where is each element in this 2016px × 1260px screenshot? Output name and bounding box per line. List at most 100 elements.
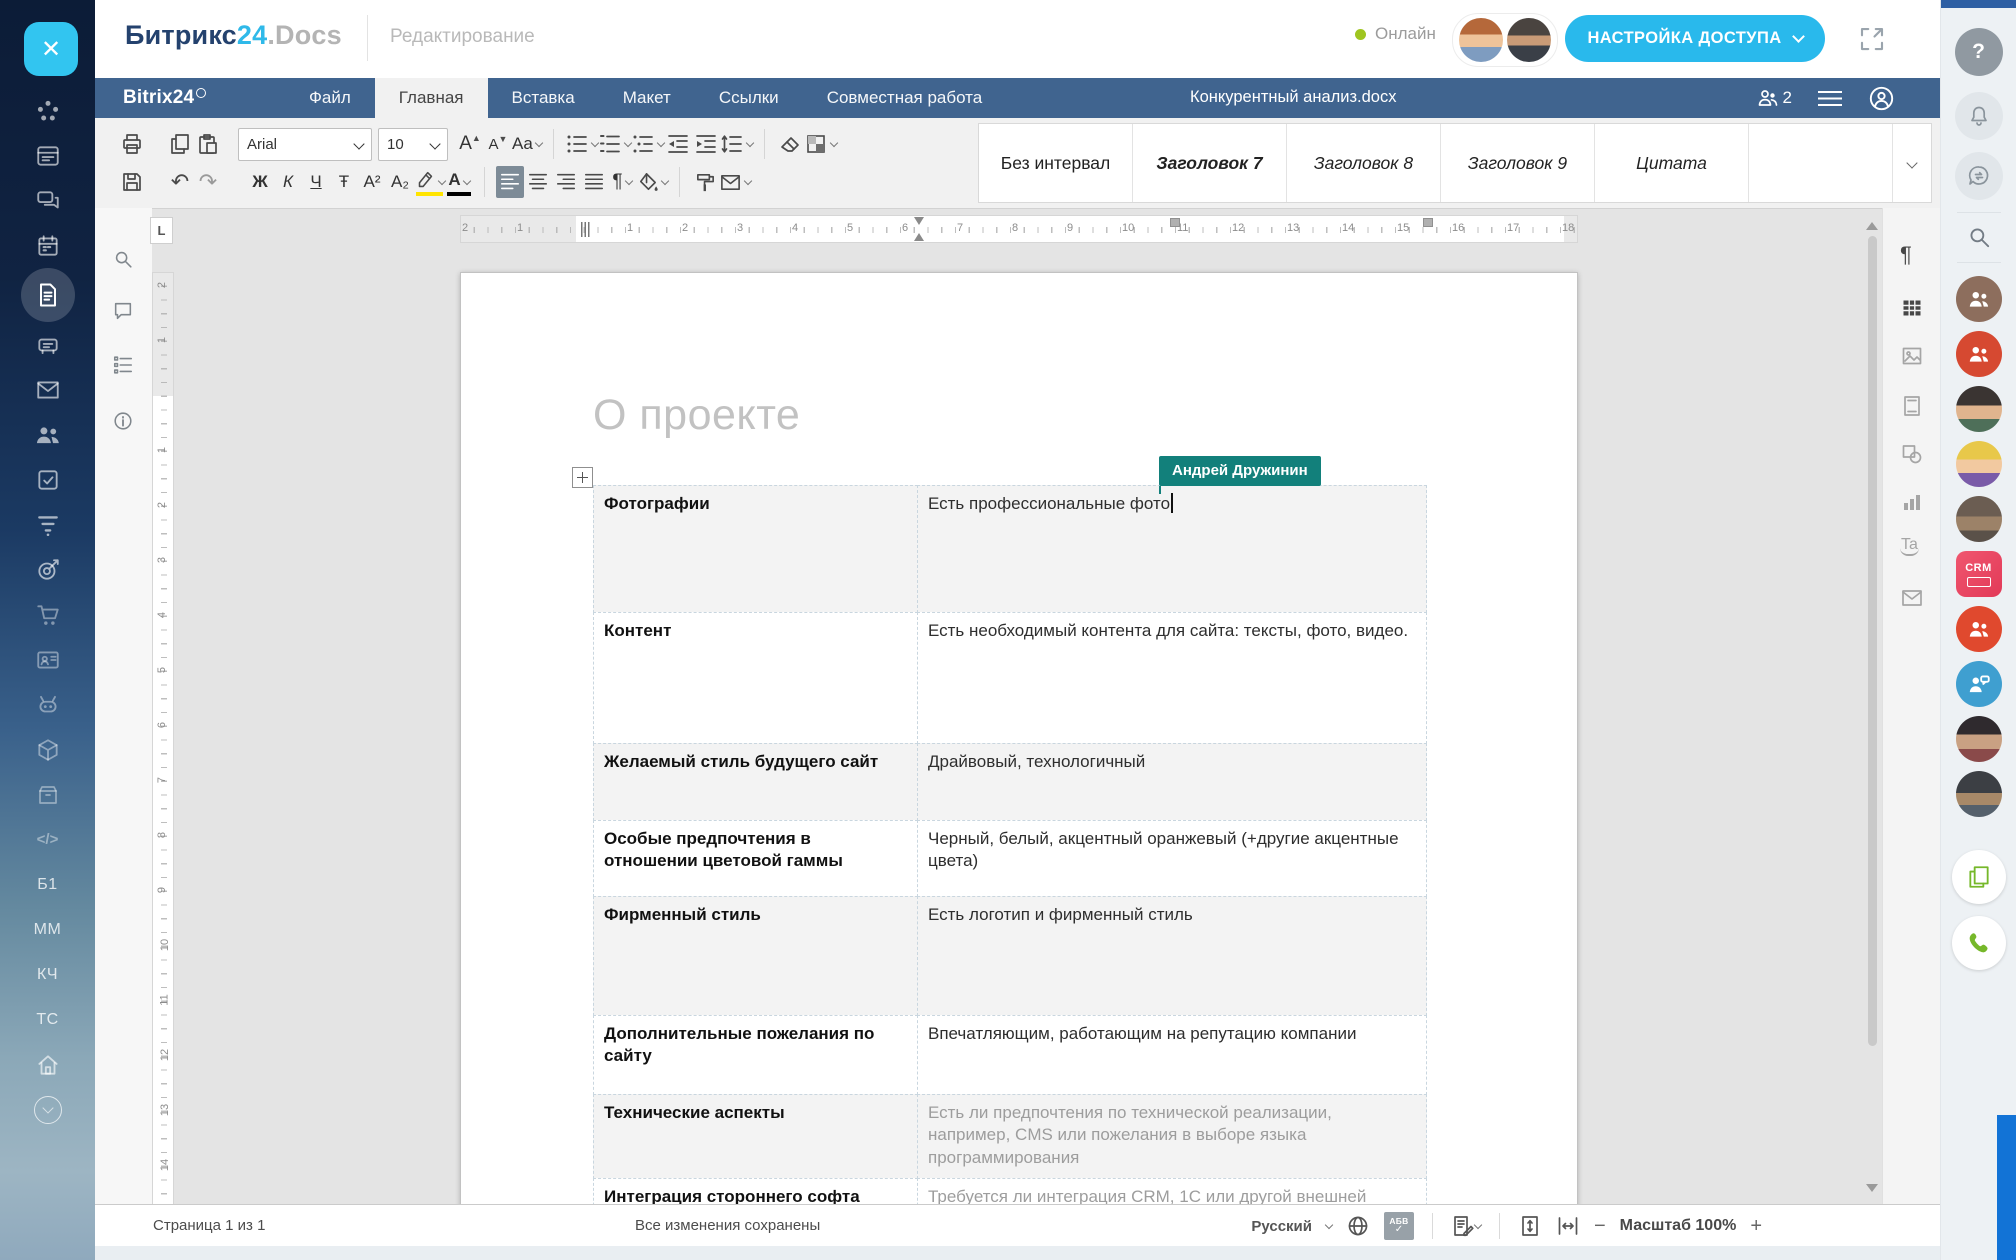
table-column-grip[interactable] <box>1423 218 1433 227</box>
scroll-up-icon[interactable] <box>1866 216 1878 230</box>
sidebar-item-funnel[interactable] <box>33 510 63 539</box>
table-row[interactable]: Дополнительные пожелания по сайту Впечат… <box>593 1015 1427 1095</box>
numbered-list-button[interactable] <box>598 128 631 160</box>
decrease-indent-button[interactable] <box>664 128 692 160</box>
text-art-settings-button[interactable]: Ta <box>1900 536 1919 554</box>
increase-indent-button[interactable] <box>692 128 720 160</box>
multilevel-list-button[interactable] <box>631 128 664 160</box>
sidebar-item-bot[interactable] <box>33 690 63 719</box>
sidebar-item-feed[interactable] <box>33 141 63 170</box>
call-button[interactable] <box>1952 916 2006 970</box>
chat-crm-badge[interactable]: CRM <box>1956 551 2002 597</box>
sidebar-item-catalog[interactable] <box>33 735 63 764</box>
align-right-button[interactable] <box>552 166 580 198</box>
notifications-button[interactable] <box>1955 92 2003 140</box>
font-size-select[interactable]: 10 <box>378 128 448 161</box>
line-spacing-button[interactable] <box>720 128 753 160</box>
table-move-handle[interactable] <box>572 467 593 488</box>
fit-page-button[interactable] <box>1518 1214 1542 1238</box>
table-row[interactable]: Контент Есть необходимый контента для са… <box>593 612 1427 744</box>
sidebar-item-contacts[interactable] <box>33 645 63 674</box>
justify-button[interactable] <box>580 166 608 198</box>
history-button[interactable] <box>1955 152 2003 200</box>
styles-expand-button[interactable] <box>1893 124 1931 202</box>
superscript-button[interactable]: A² <box>358 166 386 198</box>
table-row[interactable]: Фирменный стиль Есть логотип и фирменный… <box>593 896 1427 1016</box>
header-footer-settings-button[interactable] <box>1900 394 1924 418</box>
underline-button[interactable]: Ч <box>302 166 330 198</box>
zoom-out-button[interactable]: − <box>1594 1216 1606 1236</box>
about-button[interactable] <box>112 410 134 432</box>
paragraph-marks-button[interactable]: ¶ <box>608 166 636 198</box>
sidebar-item-crm[interactable] <box>33 420 63 449</box>
chat-avatar-user-5[interactable] <box>1956 771 2002 817</box>
sidebar-item-developer[interactable]: </> <box>33 825 63 854</box>
sidebar-item-badge-ts[interactable]: ТС <box>33 1005 63 1034</box>
scroll-down-icon[interactable] <box>1866 1184 1878 1198</box>
copy-document-button[interactable] <box>1952 850 2006 904</box>
page-counter[interactable]: Страница 1 из 1 <box>153 1217 265 1234</box>
style-no-spacing[interactable]: Без интервал <box>979 124 1133 202</box>
close-button[interactable]: ✕ <box>24 22 78 76</box>
copy-button[interactable] <box>166 128 194 160</box>
font-color-button[interactable]: A <box>445 166 473 198</box>
v-ruler[interactable]: 211234567891011121314 <box>152 272 174 1204</box>
chat-avatar-user-2[interactable] <box>1956 441 2002 487</box>
track-changes-button[interactable] <box>1451 1214 1481 1238</box>
mail-merge-button[interactable] <box>719 166 751 198</box>
style-quote[interactable]: Цитата <box>1595 124 1749 202</box>
sidebar-item-shop[interactable] <box>33 600 63 629</box>
style-empty[interactable] <box>1749 124 1893 202</box>
sidebar-item-badge-b1[interactable]: Б1 <box>33 870 63 899</box>
chat-avatar-user-4[interactable] <box>1956 716 2002 762</box>
font-name-select[interactable]: Arial <box>238 128 372 161</box>
sidebar-item-badge-kch[interactable]: КЧ <box>33 960 63 989</box>
chat-avatar-group-3[interactable] <box>1956 606 2002 652</box>
spell-check-button[interactable]: АБВ✓ <box>1384 1212 1414 1240</box>
chat-avatar-group-2[interactable] <box>1956 331 2002 377</box>
chat-avatar-group-4[interactable] <box>1956 661 2002 707</box>
cell-shading-button[interactable] <box>804 128 837 160</box>
bold-button[interactable]: Ж <box>246 166 274 198</box>
sidebar-item-drive[interactable] <box>33 330 63 359</box>
chat-avatar-user-1[interactable] <box>1956 386 2002 432</box>
align-center-button[interactable] <box>524 166 552 198</box>
chat-avatar-group-1[interactable] <box>1956 276 2002 322</box>
sidebar-item-company[interactable] <box>33 1050 63 1079</box>
tab-collaboration[interactable]: Совместная работа <box>803 78 1007 118</box>
save-button[interactable] <box>118 166 146 198</box>
highlight-color-button[interactable] <box>414 166 445 198</box>
sidebar-item-badge-mm[interactable]: ММ <box>33 915 63 944</box>
sidebar-item-warehouse[interactable] <box>33 780 63 809</box>
table-row[interactable]: Желаемый стиль будущего сайт Драйвовый, … <box>593 743 1427 821</box>
style-heading-9[interactable]: Заголовок 9 <box>1441 124 1595 202</box>
paste-button[interactable] <box>194 128 222 160</box>
italic-button[interactable]: К <box>274 166 302 198</box>
table-row[interactable]: Фотографии Есть профессиональные фото <box>593 485 1427 613</box>
scrollbar-thumb[interactable] <box>1868 236 1877 1046</box>
grow-font-button[interactable]: A▲ <box>456 128 484 160</box>
help-button[interactable]: ? <box>1955 28 2003 76</box>
navigation-button[interactable] <box>112 354 134 376</box>
shape-settings-button[interactable] <box>1900 442 1924 466</box>
document-viewport[interactable]: О проекте Андрей Дружинин Фотографии Ест… <box>174 243 1862 1204</box>
table-row[interactable]: Особые предпочтения в отношении цветовой… <box>593 820 1427 897</box>
sidebar-item-mail[interactable] <box>33 375 63 404</box>
table-row[interactable]: Технические аспекты Есть ли предпочтения… <box>593 1094 1427 1179</box>
chat-avatar-user-3[interactable] <box>1956 496 2002 542</box>
mail-merge-settings-button[interactable] <box>1900 586 1924 610</box>
undo-button[interactable]: ↶ <box>166 166 194 198</box>
h-ruler[interactable]: 21123456789101112131415161718 <box>460 215 1578 243</box>
access-settings-button[interactable]: НАСТРОЙКА ДОСТУПА <box>1565 15 1825 62</box>
comments-button[interactable] <box>112 300 134 322</box>
document-heading[interactable]: О проекте <box>593 391 800 440</box>
tab-home[interactable]: Главная <box>375 78 488 118</box>
search-button[interactable] <box>1966 224 1992 250</box>
hamburger-menu-button[interactable] <box>1818 91 1842 106</box>
sidebar-item-docs-active[interactable] <box>21 268 75 322</box>
sidebar-item-calendar[interactable] <box>33 231 63 260</box>
strikethrough-button[interactable]: Ŧ <box>330 166 358 198</box>
sidebar-item-tasks[interactable] <box>33 465 63 494</box>
subscript-button[interactable]: A₂ <box>386 166 414 198</box>
tab-file[interactable]: Файл <box>285 78 375 118</box>
